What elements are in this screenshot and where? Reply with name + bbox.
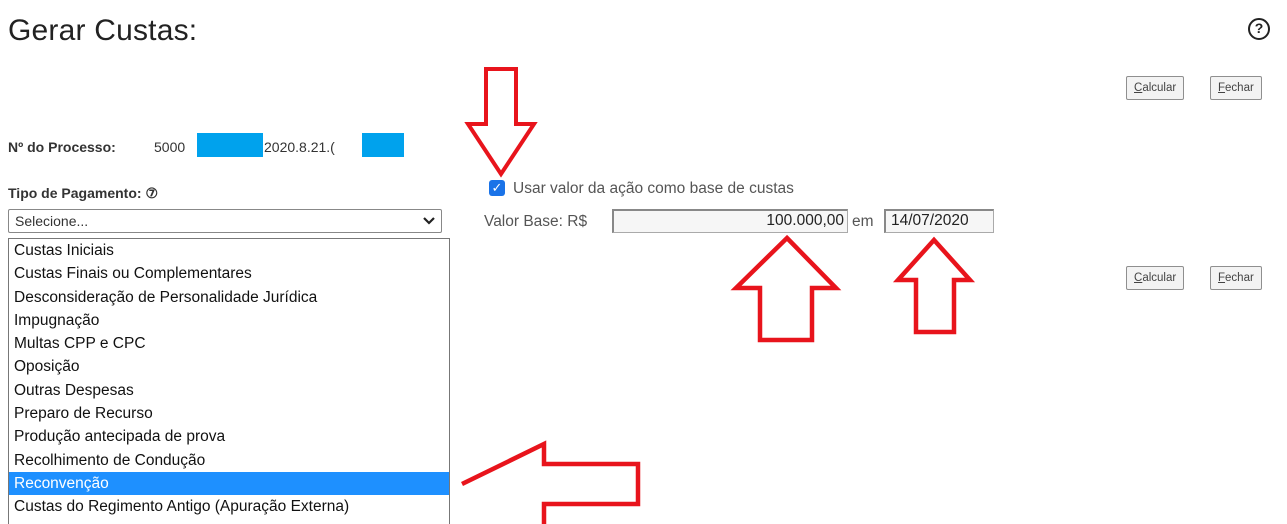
dropdown-option[interactable]: Custas do Regimento Antigo (Apuração Ext… xyxy=(9,495,449,518)
fechar-button-top[interactable]: Fechar xyxy=(1210,76,1262,100)
valor-base-label: Valor Base: R$ xyxy=(484,213,588,230)
processo-part2: 2020.8.21.( xyxy=(264,139,335,155)
annotation-arrow-left xyxy=(461,440,641,524)
dropdown-option[interactable]: Preparo de Recurso xyxy=(9,402,449,425)
annotation-arrow-down xyxy=(464,67,538,178)
dropdown-option[interactable]: Custas Iniciais xyxy=(9,239,449,262)
dropdown-option[interactable]: Custas Finais ou Complementares xyxy=(9,262,449,285)
chevron-down-icon xyxy=(423,210,435,239)
redacted-block xyxy=(197,133,263,157)
select-value: Selecione... xyxy=(15,213,89,229)
dropdown-option[interactable]: Recolhimento de Condução xyxy=(9,449,449,472)
calcular-button-top[interactable]: Calcular xyxy=(1126,76,1185,100)
redacted-block xyxy=(362,133,404,157)
dropdown-option-highlighted[interactable]: Reconvenção xyxy=(9,471,449,496)
dropdown-option[interactable]: Oposição xyxy=(9,355,449,378)
annotation-arrow-up-date xyxy=(892,236,976,335)
help-icon[interactable]: ? xyxy=(1248,18,1270,40)
fechar-accesskey: F xyxy=(1218,82,1226,94)
dropdown-option[interactable]: Multas CPP e CPC xyxy=(9,332,449,355)
tipo-pagamento-label: Tipo de Pagamento: ⑦ xyxy=(8,185,158,201)
dropdown-option[interactable]: Outras Despesas xyxy=(9,379,449,402)
fechar-accesskey: F xyxy=(1218,272,1226,284)
calcular-label: alcular xyxy=(1142,272,1177,284)
page-title: Gerar Custas: xyxy=(8,14,198,47)
processo-label: Nº do Processo: xyxy=(8,139,116,155)
annotation-arrow-up-value xyxy=(730,234,842,343)
data-input[interactable]: 14/07/2020 xyxy=(884,209,994,233)
help-icon-small[interactable]: ⑦ xyxy=(145,185,158,201)
em-label: em xyxy=(852,213,874,230)
fechar-button-bottom[interactable]: Fechar xyxy=(1210,266,1262,290)
processo-part1: 5000 xyxy=(154,139,186,155)
dropdown-option[interactable]: Impugnação xyxy=(9,309,449,332)
valor-base-input[interactable]: 100.000,00 xyxy=(612,209,848,233)
tipo-pagamento-dropdown[interactable]: Custas Iniciais Custas Finais ou Complem… xyxy=(8,238,450,524)
dropdown-option[interactable]: Desconsideração de Personalidade Jurídic… xyxy=(9,286,449,309)
usar-valor-label: Usar valor da ação como base de custas xyxy=(513,180,794,197)
usar-valor-checkbox[interactable]: ✓ xyxy=(489,180,505,196)
calcular-button-bottom[interactable]: Calcular xyxy=(1126,266,1185,290)
fechar-label: echar xyxy=(1225,82,1254,94)
dropdown-option[interactable]: Produção antecipada de prova xyxy=(9,425,449,448)
calcular-label: alcular xyxy=(1142,82,1177,94)
tipo-pagamento-select[interactable]: Selecione... xyxy=(8,209,442,233)
fechar-label: echar xyxy=(1225,272,1254,284)
